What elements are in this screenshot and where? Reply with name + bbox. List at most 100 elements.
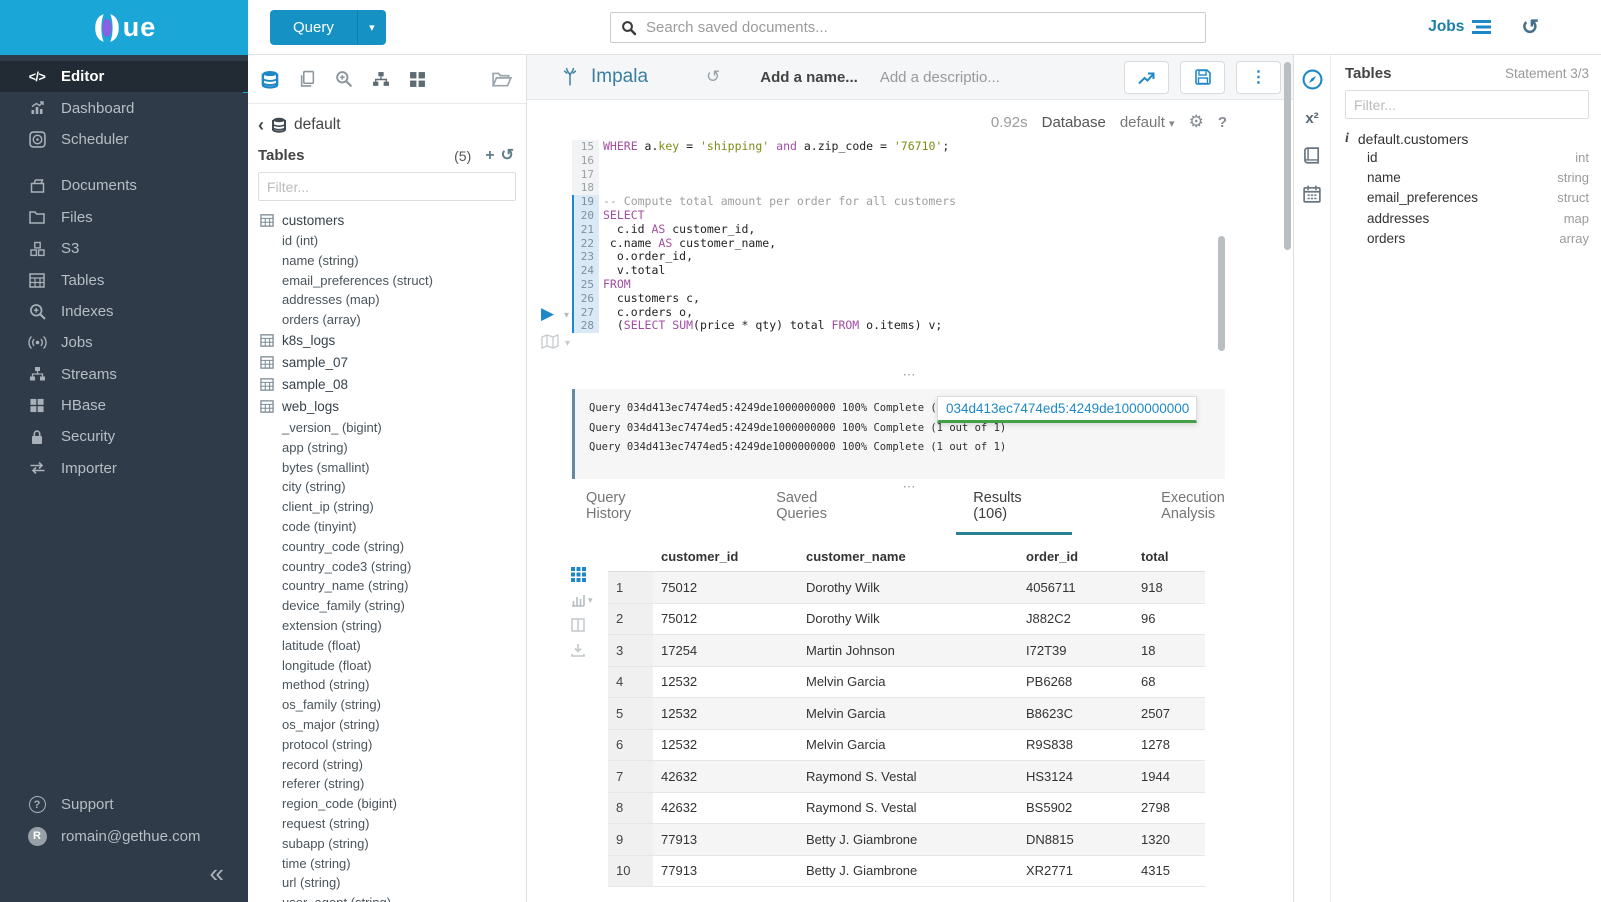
column-item[interactable]: longitude (float) (258, 656, 516, 676)
refresh-icon[interactable]: ↺ (501, 148, 514, 164)
query-history-icon[interactable]: ↺ (1521, 15, 1539, 40)
sidebar-item-documents[interactable]: Documents (0, 170, 248, 201)
sidebar-item-dashboard[interactable]: Dashboard (0, 92, 248, 123)
code-line-22[interactable]: 22 c.name AS customer_name, (572, 237, 1232, 251)
column-item[interactable]: email_preferences (struct) (258, 271, 516, 291)
column-item[interactable]: latitude (float) (258, 636, 516, 656)
sql-code-editor[interactable]: 15WHERE a.key = 'shipping' and a.zip_cod… (572, 140, 1232, 333)
minimap-icon[interactable] (541, 334, 559, 349)
sidebar-item-support[interactable]: ? Support (0, 789, 248, 820)
column-item[interactable]: city (string) (258, 477, 516, 497)
column-item[interactable]: user_agent (string) (258, 893, 516, 902)
result-row[interactable]: 977913Betty J. GiambroneDN88151320 (608, 824, 1205, 856)
assist-column-orders[interactable]: ordersarray (1345, 229, 1589, 249)
minimap-caret[interactable]: ▾ (565, 338, 570, 349)
sidebar-item-user[interactable]: R romain@gethue.com (0, 821, 248, 852)
assist-filter-input[interactable] (1345, 90, 1589, 119)
log-resize-handle[interactable]: ⋯ (527, 371, 1293, 379)
job-id-popover[interactable]: 034d413ec7474ed5:4249de1000000000 (937, 396, 1197, 423)
save-button[interactable] (1180, 61, 1225, 94)
back-chevron-icon[interactable]: ‹ (258, 116, 264, 134)
table-item-sample_07[interactable]: sample_07 (258, 352, 516, 374)
sidebar-item-jobs[interactable]: Jobs (0, 327, 248, 358)
assist-column-addresses[interactable]: addressesmap (1345, 208, 1589, 228)
sidebar-collapse-icon[interactable]: « (210, 860, 224, 886)
result-row[interactable]: 275012Dorothy WilkJ882C296 (608, 604, 1205, 636)
editor-scrollbar[interactable] (1218, 236, 1225, 351)
result-row[interactable]: 742632Raymond S. VestalHS31241944 (608, 761, 1205, 793)
global-search[interactable] (610, 12, 1206, 43)
assist-column-email_preferences[interactable]: email_preferencesstruct (1345, 188, 1589, 208)
column-item[interactable]: request (string) (258, 814, 516, 834)
new-query-button[interactable]: Query ▾ (270, 10, 386, 45)
column-header-total[interactable]: total (1133, 549, 1205, 564)
column-item[interactable]: os_family (string) (258, 695, 516, 715)
page-scrollbar[interactable] (1284, 62, 1291, 250)
column-item[interactable]: device_family (string) (258, 596, 516, 616)
column-item[interactable]: url (string) (258, 873, 516, 893)
columns-view-icon[interactable] (571, 618, 593, 632)
query-button-label[interactable]: Query (270, 10, 357, 45)
sidebar-item-importer[interactable]: Importer (0, 453, 248, 484)
assist-active-table[interactable]: i default.customers (1345, 131, 1589, 147)
column-item[interactable]: method (string) (258, 675, 516, 695)
chart-button[interactable] (1124, 61, 1169, 94)
result-row[interactable]: 1077913Betty J. GiambroneXR27714315 (608, 856, 1205, 888)
query-name-field[interactable]: Add a name... (760, 69, 858, 86)
info-icon[interactable]: i (1345, 131, 1349, 147)
chart-view-icon[interactable]: ▾ (571, 593, 593, 607)
execute-play-button[interactable]: ▶ (541, 305, 554, 322)
column-item[interactable]: os_major (string) (258, 715, 516, 735)
column-item[interactable]: country_code (string) (258, 537, 516, 557)
search-input[interactable] (646, 19, 1195, 36)
column-header-order_id[interactable]: order_id (1018, 549, 1133, 564)
code-line-23[interactable]: 23 o.order_id, (572, 250, 1232, 264)
table-item-web_logs[interactable]: web_logs (258, 396, 516, 418)
query-dropdown-caret[interactable]: ▾ (357, 10, 386, 45)
open-folder-icon[interactable] (492, 70, 512, 88)
table-item-k8s_logs[interactable]: k8s_logs (258, 330, 516, 352)
schedule-calendar-icon[interactable] (1303, 185, 1321, 203)
table-item-sample_08[interactable]: sample_08 (258, 374, 516, 396)
grid-view-icon[interactable] (571, 567, 593, 582)
column-item[interactable]: name (string) (258, 251, 516, 271)
result-row[interactable]: 512532Melvin GarciaB8623C2507 (608, 698, 1205, 730)
column-header-customer_id[interactable]: customer_id (653, 549, 798, 564)
tab-execution-analysis[interactable]: Execution Analysis (1144, 490, 1293, 535)
apps-grid-icon[interactable] (409, 71, 426, 88)
jobs-link[interactable]: Jobs (1428, 18, 1491, 36)
download-icon[interactable] (571, 643, 593, 657)
search-browse-icon[interactable] (335, 70, 353, 88)
column-item[interactable]: record (string) (258, 755, 516, 775)
tab-results-106-[interactable]: Results (106) (956, 490, 1072, 535)
column-item[interactable]: region_code (bigint) (258, 794, 516, 814)
code-line-20[interactable]: 20SELECT (572, 209, 1232, 223)
database-source-icon[interactable] (260, 70, 280, 89)
tab-query-history[interactable]: Query History (569, 490, 687, 535)
result-row[interactable]: 412532Melvin GarciaPB626868 (608, 667, 1205, 699)
documents-source-icon[interactable] (299, 70, 316, 88)
result-row[interactable]: 612532Melvin GarciaR9S8381278 (608, 730, 1205, 762)
functions-icon[interactable]: x² (1305, 110, 1318, 127)
result-row[interactable]: 842632Raymond S. VestalBS59022798 (608, 793, 1205, 825)
snippet-history-icon[interactable]: ↺ (706, 67, 720, 87)
assist-column-id[interactable]: idint (1345, 147, 1589, 167)
sidebar-item-tables[interactable]: Tables (0, 264, 248, 295)
sidebar-item-scheduler[interactable]: Scheduler (0, 124, 248, 155)
sidebar-item-streams[interactable]: Streams (0, 359, 248, 390)
editor-assistant-icon[interactable] (1302, 69, 1323, 90)
column-item[interactable]: code (tinyint) (258, 517, 516, 537)
column-item[interactable]: subapp (string) (258, 834, 516, 854)
code-line-25[interactable]: 25FROM (572, 278, 1232, 292)
language-reference-icon[interactable] (1303, 147, 1321, 165)
explorer-filter-input[interactable] (258, 172, 516, 201)
column-item[interactable]: extension (string) (258, 616, 516, 636)
result-row[interactable]: 317254Martin JohnsonI72T3918 (608, 635, 1205, 667)
code-line-27[interactable]: 27 c.orders o, (572, 306, 1232, 320)
query-description-field[interactable]: Add a descriptio... (880, 69, 1000, 86)
code-line-21[interactable]: 21 c.id AS customer_id, (572, 223, 1232, 237)
column-item[interactable]: id (int) (258, 231, 516, 251)
hue-logo[interactable]: ue (0, 0, 248, 55)
sidebar-item-security[interactable]: Security (0, 421, 248, 452)
settings-gear-icon[interactable]: ⚙ (1189, 112, 1204, 132)
